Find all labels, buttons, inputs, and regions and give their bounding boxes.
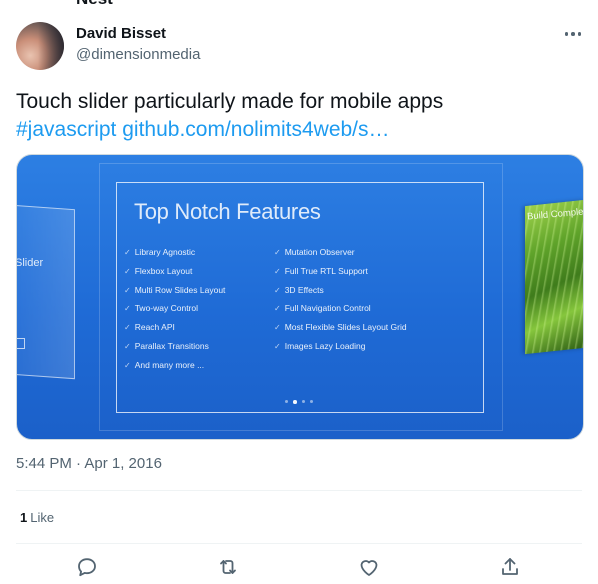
likes-count[interactable]: 1 Like bbox=[20, 510, 54, 525]
feature-item: ✓ Images Lazy Loading bbox=[274, 340, 366, 351]
features-list-right: ✓ Mutation Observer ✓ Full True RTL Suppor… bbox=[274, 247, 407, 360]
more-dot-icon bbox=[564, 32, 569, 36]
next-slide-grass-image bbox=[525, 199, 583, 355]
feature-item: ✓ Mutation Observer bbox=[274, 247, 355, 257]
more-dot-icon bbox=[571, 32, 575, 36]
slide-pagination bbox=[285, 400, 313, 404]
like-count-number: 1 bbox=[20, 510, 28, 525]
tweet-action-bar bbox=[0, 553, 598, 581]
check-icon: ✓ bbox=[274, 341, 281, 351]
author-name[interactable]: David Bisset bbox=[76, 25, 166, 42]
feature-item: ✓ And many more ... bbox=[124, 359, 205, 370]
feature-item: ✓ 3D Effects bbox=[274, 284, 324, 295]
like-icon[interactable] bbox=[357, 555, 381, 579]
feature-item: ✓ Full Navigation Control bbox=[274, 303, 371, 314]
check-icon: ✓ bbox=[124, 341, 131, 351]
tweet-timestamp[interactable]: 5:44 PM · Apr 1, 2016 bbox=[16, 455, 162, 472]
divider bbox=[16, 490, 582, 491]
like-count-label: Like bbox=[30, 510, 55, 525]
hashtag-link[interactable]: #javascript bbox=[16, 118, 116, 141]
pagination-dot bbox=[309, 400, 313, 403]
tweet-body: Touch slider particularly made for mobil… bbox=[16, 90, 444, 113]
check-icon: ✓ bbox=[124, 304, 131, 314]
check-icon: ✓ bbox=[124, 285, 131, 295]
pagination-dot bbox=[301, 400, 305, 403]
feature-item: ✓ Most Flexible Slides Layout Grid bbox=[274, 322, 407, 333]
divider bbox=[16, 543, 582, 544]
check-icon: ✓ bbox=[274, 323, 281, 333]
check-icon: ✓ bbox=[124, 266, 131, 276]
reply-icon[interactable] bbox=[75, 555, 99, 579]
url-link[interactable]: github.com/nolimits4web/s… bbox=[122, 118, 389, 141]
previous-slide-label: Slider bbox=[16, 257, 44, 269]
previous-slide-panel bbox=[17, 204, 75, 380]
share-icon[interactable] bbox=[498, 555, 522, 579]
check-icon: ✓ bbox=[124, 360, 131, 370]
more-dot-icon bbox=[577, 32, 582, 36]
feature-item: ✓ Parallax Transitions bbox=[124, 340, 209, 351]
pagination-dot-active bbox=[293, 400, 297, 404]
check-icon: ✓ bbox=[124, 248, 131, 257]
pagination-dot bbox=[285, 400, 288, 403]
check-icon: ✓ bbox=[274, 248, 281, 257]
feature-item: ✓ Full True RTL Support bbox=[274, 265, 368, 276]
tweet-media-image[interactable]: Slider Build Comple Top Notch Features ✓… bbox=[16, 154, 584, 440]
slide-title: Top Notch Features bbox=[134, 199, 321, 224]
author-handle[interactable]: @dimensionmedia bbox=[76, 46, 200, 63]
previous-slide-box bbox=[17, 338, 25, 349]
feature-item: ✓ Library Agnostic bbox=[124, 247, 196, 257]
check-icon: ✓ bbox=[274, 266, 281, 276]
feature-item: ✓ Flexbox Layout bbox=[124, 265, 193, 276]
more-options-button[interactable] bbox=[560, 24, 586, 44]
features-list-left: ✓ Library Agnostic ✓ Flexbox Layout ✓ Multi… bbox=[124, 247, 225, 379]
feature-item: ✓ Reach API bbox=[124, 322, 175, 333]
feature-item: ✓ Multi Row Slides Layout bbox=[124, 284, 226, 295]
retweet-icon[interactable] bbox=[216, 555, 240, 579]
check-icon: ✓ bbox=[274, 304, 281, 314]
check-icon: ✓ bbox=[274, 285, 281, 295]
avatar[interactable] bbox=[16, 22, 64, 70]
feature-item: ✓ Two-way Control bbox=[124, 303, 199, 314]
check-icon: ✓ bbox=[124, 323, 131, 333]
previous-section-heading-cut: Nest bbox=[76, 0, 113, 9]
tweet-text: Touch slider particularly made for mobil… bbox=[16, 88, 586, 144]
